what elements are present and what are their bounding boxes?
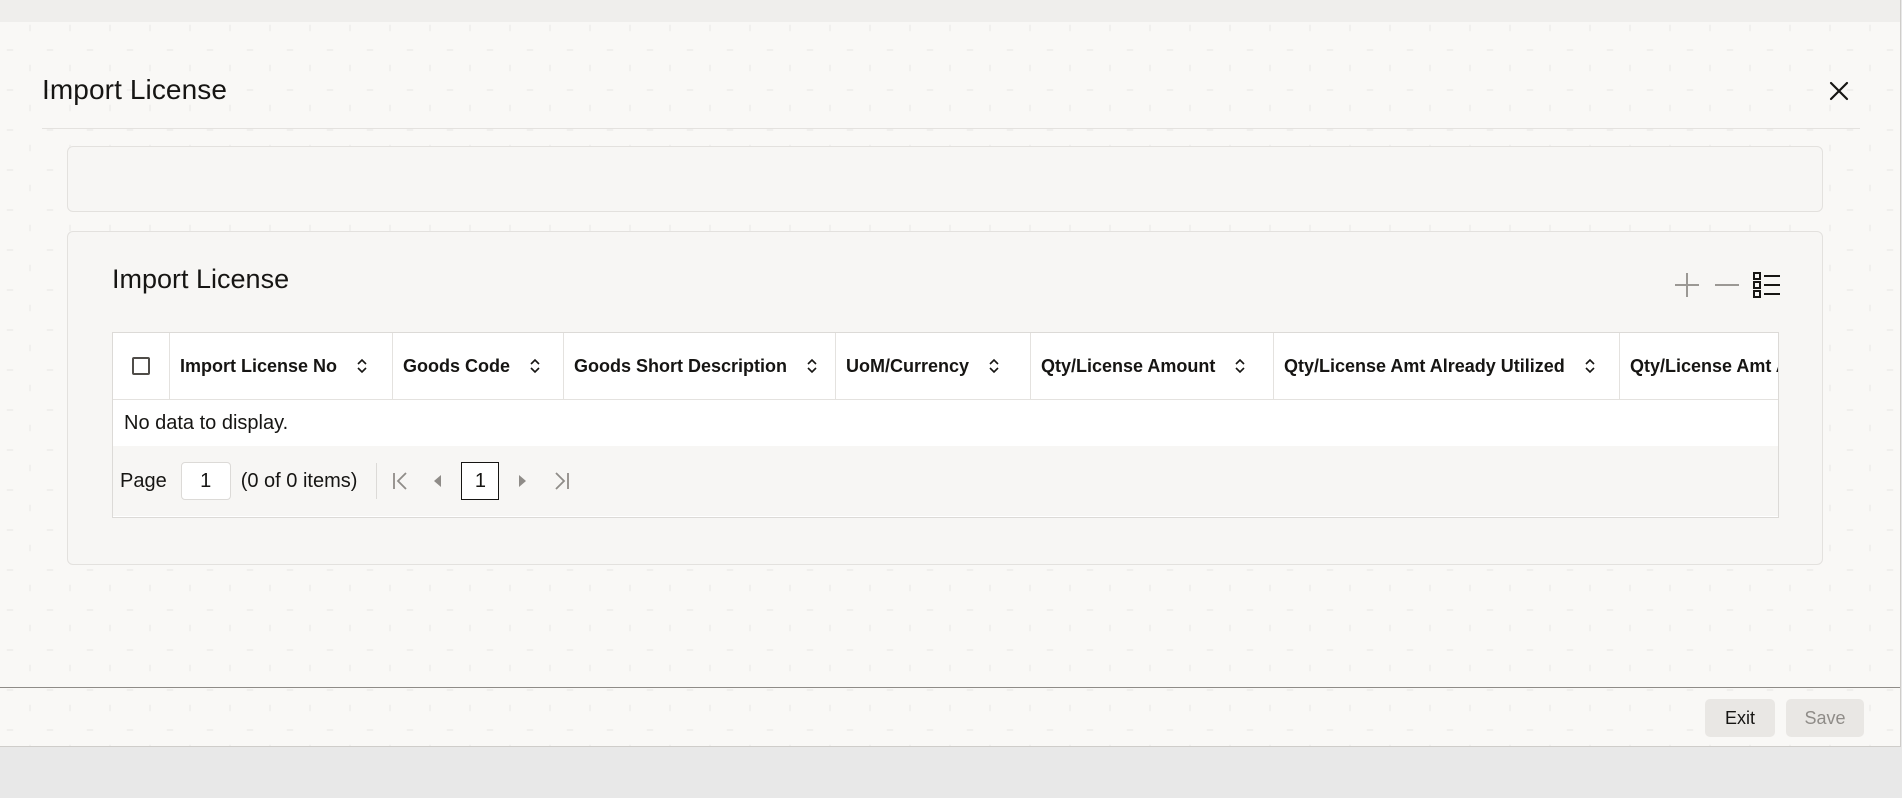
column-header-qty-license-amt-already-utilized[interactable]: Qty/License Amt Already Utilized bbox=[1274, 333, 1620, 399]
next-page-button[interactable] bbox=[509, 466, 537, 496]
sort-icon[interactable] bbox=[355, 357, 369, 375]
plus-icon bbox=[1675, 273, 1699, 297]
column-label: Import License No bbox=[180, 355, 338, 376]
list-view-icon bbox=[1753, 272, 1780, 298]
select-all-checkbox[interactable] bbox=[132, 357, 150, 375]
import-license-dialog: Import License Import License Import Lic… bbox=[0, 0, 1901, 747]
last-page-icon bbox=[555, 472, 570, 490]
previous-page-button[interactable] bbox=[423, 466, 451, 496]
minus-icon bbox=[1715, 284, 1739, 286]
previous-page-icon bbox=[434, 475, 442, 487]
import-license-table: Import License No Goods Code Goods Short… bbox=[112, 332, 1779, 518]
empty-table-message: No data to display. bbox=[124, 411, 289, 434]
column-label: Goods Code bbox=[403, 355, 510, 376]
sort-icon[interactable] bbox=[1583, 357, 1597, 375]
column-label: Qty/License Amt Already Utilized bbox=[1284, 355, 1565, 376]
single-record-view-button[interactable] bbox=[1752, 270, 1782, 300]
sort-icon[interactable] bbox=[528, 357, 542, 375]
add-row-button[interactable] bbox=[1672, 270, 1702, 300]
grid-toolbar bbox=[1672, 270, 1782, 300]
column-header-import-license-no[interactable]: Import License No bbox=[170, 333, 393, 399]
table-header: Import License No Goods Code Goods Short… bbox=[113, 333, 1778, 400]
current-page-button[interactable]: 1 bbox=[461, 462, 500, 500]
page-number-input[interactable]: 1 bbox=[180, 462, 231, 500]
next-page-icon bbox=[519, 475, 527, 487]
column-label: Goods Short Description bbox=[574, 355, 788, 376]
page-label: Page bbox=[120, 469, 167, 492]
column-header-qty-license-amt-available[interactable]: Qty/License Amt A bbox=[1620, 333, 1779, 399]
header-panel bbox=[67, 146, 1823, 212]
sort-icon[interactable] bbox=[987, 357, 1001, 375]
column-label: Qty/License Amount bbox=[1041, 355, 1216, 376]
item-count: (0 of 0 items) bbox=[240, 469, 358, 492]
top-strip bbox=[0, 0, 1900, 22]
first-page-button[interactable] bbox=[387, 466, 415, 496]
sort-icon[interactable] bbox=[1233, 357, 1247, 375]
column-header-goods-code[interactable]: Goods Code bbox=[393, 333, 564, 399]
import-license-section: Import License Import License No Goods C… bbox=[67, 231, 1823, 565]
column-header-goods-short-description[interactable]: Goods Short Description bbox=[564, 333, 836, 399]
column-header-qty-license-amount[interactable]: Qty/License Amount bbox=[1031, 333, 1274, 399]
delete-row-button[interactable] bbox=[1712, 270, 1742, 300]
title-divider bbox=[42, 128, 1860, 129]
save-button[interactable]: Save bbox=[1786, 699, 1864, 737]
first-page-icon bbox=[393, 472, 408, 490]
footer-divider bbox=[0, 687, 1900, 688]
dialog-title: Import License bbox=[42, 74, 228, 105]
last-page-button[interactable] bbox=[547, 466, 575, 496]
pager-divider bbox=[376, 463, 378, 499]
sort-icon[interactable] bbox=[805, 357, 819, 375]
select-all-cell bbox=[113, 333, 170, 399]
column-label: Qty/License Amt A bbox=[1630, 355, 1779, 376]
close-icon bbox=[1829, 81, 1849, 101]
close-button[interactable] bbox=[1824, 76, 1854, 106]
section-title: Import License bbox=[112, 264, 290, 294]
column-header-uom-currency[interactable]: UoM/Currency bbox=[836, 333, 1031, 399]
column-label: UoM/Currency bbox=[846, 355, 970, 376]
exit-button[interactable]: Exit bbox=[1705, 699, 1775, 737]
pagination-bar: Page 1 (0 of 0 items) 1 bbox=[113, 446, 1778, 516]
